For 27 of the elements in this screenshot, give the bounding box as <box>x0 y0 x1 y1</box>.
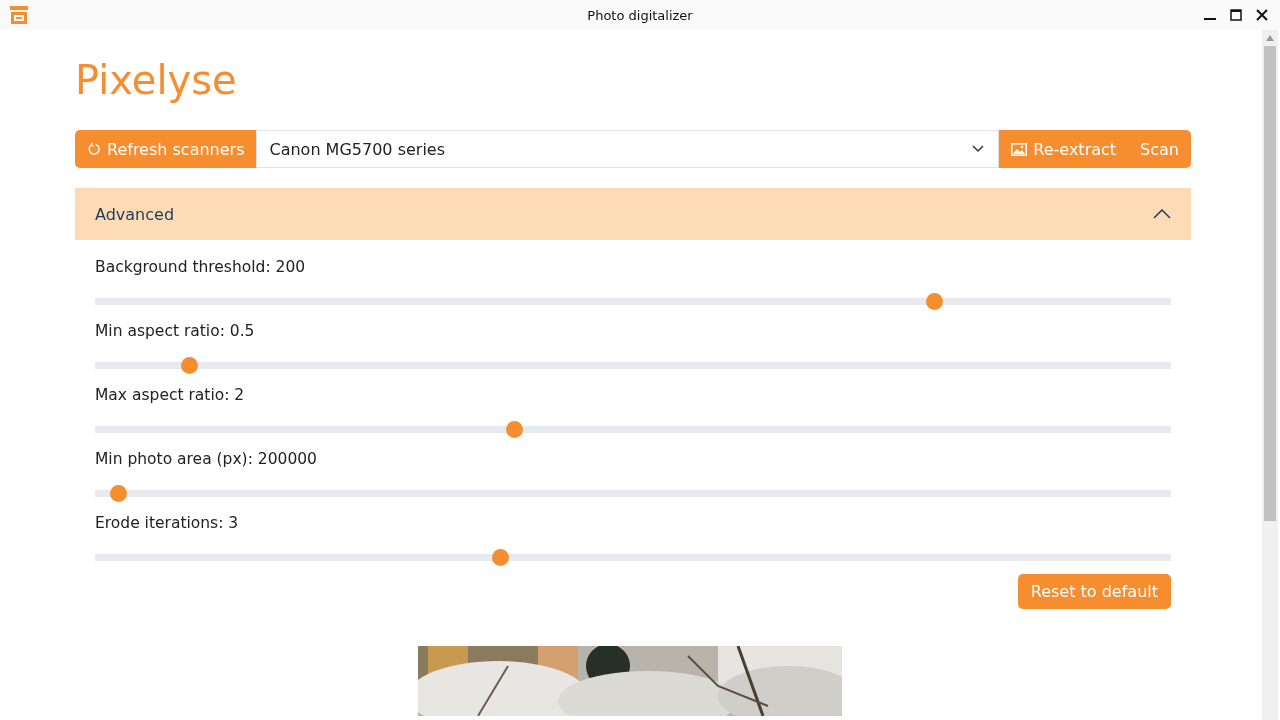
slider-thumb[interactable] <box>109 485 127 502</box>
scan-button[interactable]: Scan <box>1128 130 1191 168</box>
advanced-header[interactable]: Advanced <box>75 188 1191 240</box>
slider-thumb[interactable] <box>926 293 944 310</box>
logo: Pixelyse <box>75 56 237 105</box>
slider-label: Background threshold: 200 <box>95 258 306 276</box>
reset-button[interactable]: Reset to default <box>1017 574 1171 609</box>
scrollbar[interactable] <box>1262 30 1278 720</box>
scanner-icon <box>9 5 29 25</box>
slider-label: Erode iterations: 3 <box>95 514 239 532</box>
image-icon <box>1011 142 1028 156</box>
window-title: Photo digitalizer <box>587 7 693 23</box>
chevron-down-icon <box>972 145 985 153</box>
slider-label: Min aspect ratio: 0.5 <box>95 322 255 340</box>
close-icon[interactable] <box>1256 9 1268 21</box>
maximize-icon[interactable] <box>1230 9 1242 21</box>
slider-label: Max aspect ratio: 2 <box>95 386 245 404</box>
chevron-up-icon <box>1153 209 1171 219</box>
slider-thumb[interactable] <box>491 549 509 566</box>
slider-thumb[interactable] <box>505 421 523 438</box>
scanner-dropdown[interactable]: Canon MG5700 series <box>256 130 1000 168</box>
re-extract-button[interactable]: Re-extract <box>999 130 1129 168</box>
slider-label: Min photo area (px): 200000 <box>95 450 317 468</box>
slider-thumb[interactable] <box>180 357 198 374</box>
refresh-icon <box>87 142 101 156</box>
scroll-up-icon[interactable] <box>1266 35 1274 41</box>
refresh-button[interactable]: Refresh scanners <box>75 130 257 168</box>
